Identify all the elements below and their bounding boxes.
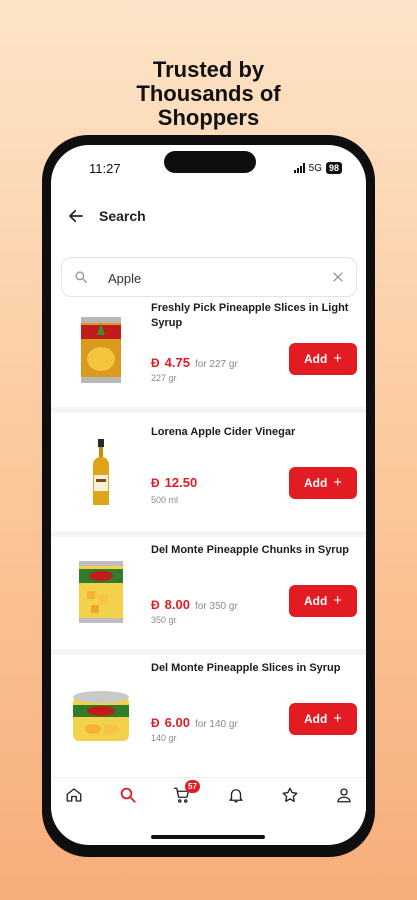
search-input[interactable] [108,268,308,288]
arrow-left-icon[interactable] [67,207,85,225]
currency-symbol: Ð [151,598,160,612]
home-icon [66,788,82,802]
user-icon [337,788,351,803]
product-price: 4.75 [164,355,190,370]
product-size: 227 gr [151,373,177,383]
nav-home[interactable] [65,786,85,806]
plus-icon: + [333,592,343,609]
price-row: Ð 6.00 for 140 gr [151,715,238,730]
add-to-cart-button[interactable]: Add + [289,467,357,499]
product-size: 350 gr [151,615,177,625]
price-row: Ð 4.75 for 227 gr [151,355,238,370]
product-price: 8.00 [164,597,190,612]
product-name: Freshly Pick Pineapple Slices in Light S… [151,302,349,329]
product-image [73,691,129,741]
price-row: Ð 12.50 [151,475,197,490]
price-row: Ð 8.00 for 350 gr [151,597,238,612]
close-icon[interactable] [332,271,344,283]
product-card[interactable]: Freshly Pick Pineapple Slices in Light S… [51,301,366,413]
product-price: 6.00 [164,715,190,730]
nav-favorites[interactable] [281,786,301,806]
bell-icon [229,789,243,803]
app-screen: 11:27 5G 98 Search Freshly Pick Pineappl… [51,145,366,845]
promo-headline: Trusted by Thousands of Shoppers [136,57,281,130]
add-to-cart-button[interactable]: Add + [289,343,357,375]
product-image [93,439,109,505]
product-size: 500 ml [151,495,179,505]
status-time: 11:27 [89,161,121,176]
search-bar[interactable] [61,257,357,297]
status-indicators: 5G 98 [293,162,342,174]
plus-icon: + [333,350,343,367]
add-to-cart-button[interactable]: Add + [289,703,357,735]
product-card[interactable]: Lorena Apple Cider Vinegar Ð 12.50 500 m… [51,425,366,537]
network-type: 5G [308,162,322,174]
product-image [79,561,123,623]
product-card[interactable]: Del Monte Pineapple Chunks in Syrup Ð 8.… [51,543,366,655]
top-bar: Search [67,207,146,225]
nav-notifications[interactable] [227,786,247,806]
add-label: Add [303,352,328,366]
product-image [81,317,121,383]
camera-notch [164,151,256,173]
bottom-nav: 57 [51,777,366,811]
product-name: Del Monte Pineapple Chunks in Syrup [151,544,350,556]
plus-icon: + [333,474,343,491]
product-card[interactable]: Del Monte Pineapple Slices in Syrup Ð 6.… [51,661,366,773]
add-label: Add [303,712,328,726]
add-label: Add [303,594,328,608]
cart-count-badge: 57 [185,780,200,793]
page-title: Search [99,208,146,224]
star-icon [282,787,298,802]
unit-price-note: for 140 gr [194,719,238,730]
currency-symbol: Ð [151,476,160,490]
add-label: Add [303,476,328,490]
nav-profile[interactable] [335,786,355,806]
signal-icon [293,163,305,173]
add-to-cart-button[interactable]: Add + [289,585,357,617]
currency-symbol: Ð [151,716,160,730]
search-icon [120,787,136,803]
search-icon [75,271,87,283]
plus-icon: + [333,710,343,727]
product-name: Lorena Apple Cider Vinegar [151,426,296,438]
product-name: Del Monte Pineapple Slices in Syrup [151,662,341,674]
home-indicator [151,835,265,839]
product-size: 140 gr [151,733,177,743]
nav-cart[interactable]: 57 [173,780,200,806]
unit-price-note: for 350 gr [194,601,238,612]
battery-level: 98 [325,162,342,174]
nav-search[interactable] [119,786,139,806]
currency-symbol: Ð [151,356,160,370]
unit-price-note: for 227 gr [194,359,238,370]
product-price: 12.50 [164,475,198,490]
